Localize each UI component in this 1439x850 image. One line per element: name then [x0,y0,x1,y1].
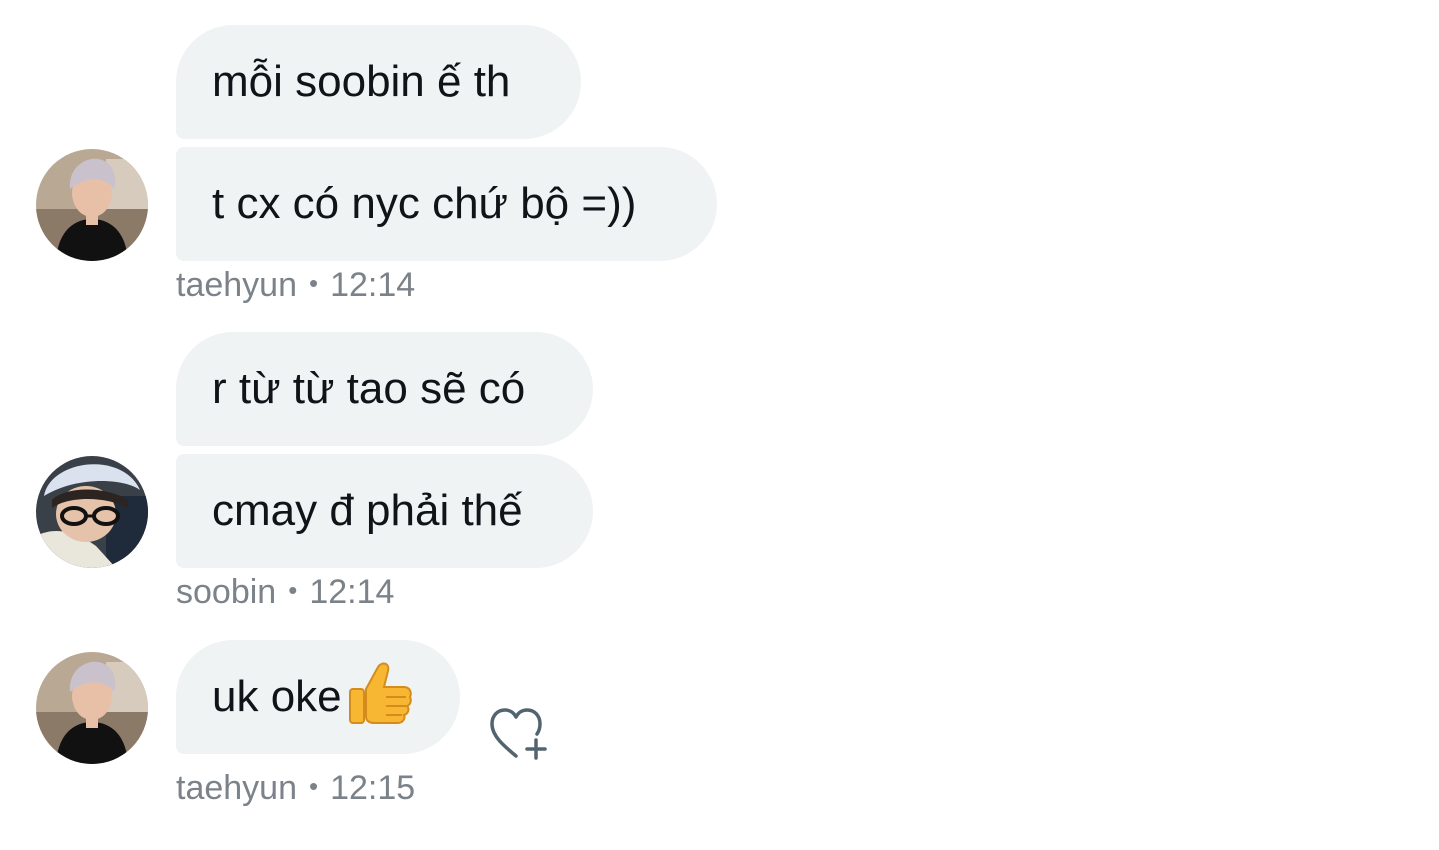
heart-plus-icon [490,708,547,760]
message-bubble[interactable]: r từ từ tao sẽ có [176,332,593,446]
message-meta: soobin • 12:14 [176,573,394,612]
sender-name: taehyun [176,266,297,304]
message-meta: taehyun • 12:15 [176,769,415,808]
separator-dot: • [309,771,319,801]
sender-name: taehyun [176,769,297,807]
message-bubble[interactable]: mỗi soobin ế th [176,25,581,139]
avatar-image [36,456,148,568]
user-avatar-taehyun[interactable] [36,652,148,764]
user-avatar-taehyun[interactable] [36,149,148,261]
add-reaction-button[interactable] [486,704,552,760]
message-text: mỗi soobin ế th [212,57,511,106]
message-text: cmay đ phải thế [212,486,523,535]
avatar-image [36,149,148,261]
message-text: uk oke [212,672,342,721]
message-time: 12:14 [330,266,416,304]
message-bubble[interactable]: uk oke [176,640,460,754]
message-bubble[interactable]: t cx có nyc chứ bộ =)) [176,147,717,261]
message-bubble[interactable]: cmay đ phải thế [176,454,593,568]
message-meta: taehyun • 12:14 [176,266,415,305]
separator-dot: • [288,575,298,605]
dm-conversation: mỗi soobin ế th t cx có nyc chứ bộ =)) t… [0,0,1439,850]
sender-name: soobin [176,573,277,611]
message-text: r từ từ tao sẽ có [212,364,526,413]
separator-dot: • [309,268,319,298]
message-time: 12:14 [309,573,395,611]
message-text: t cx có nyc chứ bộ =)) [212,179,637,228]
user-avatar-soobin[interactable] [36,456,148,568]
message-time: 12:15 [330,769,416,807]
thumbs-up-emoji [344,658,414,728]
avatar-image [36,652,148,764]
